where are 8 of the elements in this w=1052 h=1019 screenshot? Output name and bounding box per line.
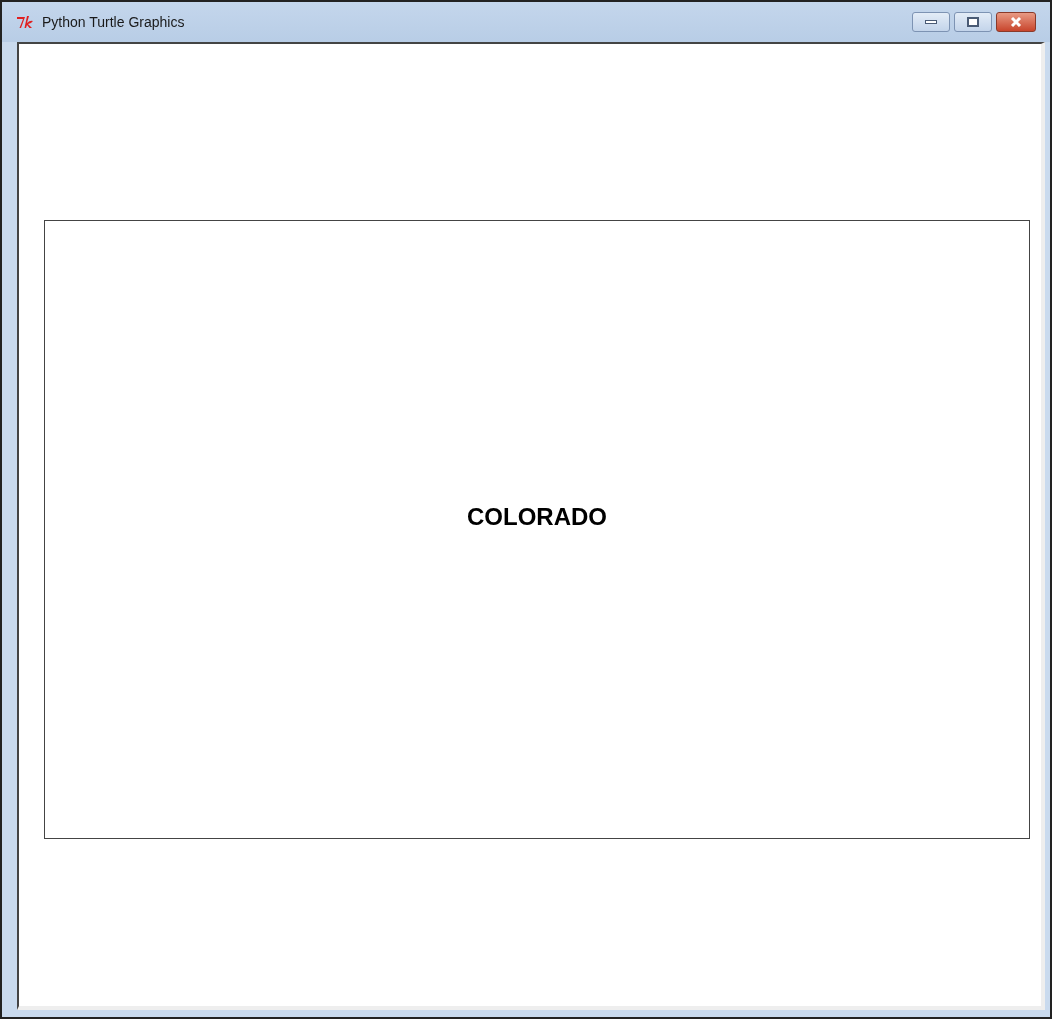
window-title: Python Turtle Graphics: [42, 12, 185, 32]
minimize-button[interactable]: [912, 12, 950, 32]
close-button[interactable]: [996, 12, 1036, 32]
minimize-icon: [925, 20, 937, 24]
maximize-icon: [967, 17, 979, 27]
canvas-label: COLORADO: [467, 501, 607, 532]
close-icon: [1010, 17, 1022, 27]
maximize-button[interactable]: [954, 12, 992, 32]
